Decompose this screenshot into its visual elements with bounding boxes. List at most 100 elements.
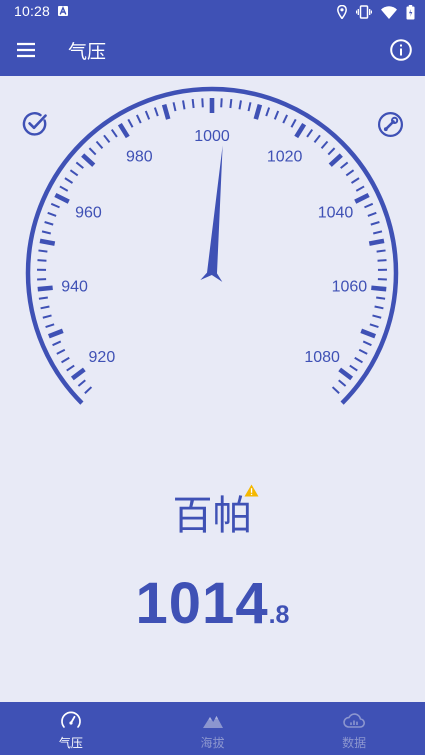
gauge-major-tick [328,153,343,167]
reading-decimal: .8 [268,601,290,629]
gauge-minor-tick [340,161,349,169]
gauge-major-tick [294,122,307,139]
gauge-major-tick [360,328,377,339]
gauge-major-tick [161,104,171,120]
gauge-minor-tick [59,185,69,192]
warning-icon[interactable] [244,484,259,497]
gauge-minor-tick [75,161,84,169]
gauge-minor-tick [376,249,386,253]
wrench-circle-icon[interactable] [377,111,404,138]
gauge-minor-tick [95,140,104,149]
gauge-major-tick [371,285,387,292]
gauge-major-tick [338,367,354,381]
gauge-major-tick [37,285,53,292]
gauge-minor-tick [56,348,66,355]
gauge-label-920: 920 [89,349,116,366]
nav-item-data[interactable]: 数据 [283,702,425,755]
gauge-minor-tick [265,107,271,117]
gauge-minor-tick [370,221,380,226]
vibrate-icon [356,5,372,19]
nav-item-altitude[interactable]: 海拔 [142,702,284,755]
nav-label-pressure: 气压 [58,736,83,750]
location-icon [337,5,347,19]
gauge-minor-tick [38,296,48,300]
gauge-minor-tick [52,340,62,347]
gauge-minor-tick [362,340,372,347]
info-icon[interactable] [389,38,413,62]
gauge-minor-tick [358,348,368,355]
gauge-minor-tick [88,147,97,156]
gauge-label-1040: 1040 [318,204,354,221]
gauge-minor-tick [369,323,379,329]
unit-label: 百帕 [172,493,253,539]
barometer-gauge: 920 940 960 980 1000 1020 1040 1060 1080 [25,86,399,405]
gauge-minor-tick [182,100,186,110]
gauge-minor-tick [349,364,358,372]
gauge-minor-tick [144,110,151,120]
gauge-minor-tick [247,102,252,112]
gauge-needle [200,145,223,282]
gauge-major-tick [81,153,96,167]
gauge-minor-tick [69,169,79,177]
gauge-minor-tick [127,118,134,128]
battery-icon [406,4,415,19]
pressure-reading: 1014.8 [0,570,425,637]
gauge-minor-tick [77,379,86,387]
gauge-minor-tick [103,134,111,144]
gauge-minor-tick [376,296,386,300]
gauge-minor-tick [50,202,60,209]
gauge-minor-tick [238,100,242,110]
gauge-major-tick [70,367,86,381]
page-title: 气压 [68,41,107,63]
gauge-label-1080: 1080 [304,349,340,366]
gauge-minor-tick [41,230,52,235]
gauge-minor-tick [201,98,204,108]
gauge-minor-tick [282,114,289,124]
gauge-minor-tick [220,98,223,108]
gauge-minor-tick [320,140,329,149]
gauge-minor-tick [47,211,57,217]
gauge-minor-tick [40,305,50,310]
status-time: 10:28 [14,3,51,19]
gauge-minor-tick [367,211,377,217]
gauge-minor-tick [306,128,314,138]
gauge-major-tick [54,192,70,204]
gauge-minor-tick [374,305,384,310]
reading-integer: 1014 [135,571,269,636]
gauge-icon [61,711,81,728]
gauge-minor-tick [290,118,297,128]
bottom-navigation: 气压 海拔 数据 [0,702,425,755]
gauge-minor-tick [372,314,382,319]
nav-item-pressure[interactable]: 气压 [0,702,142,755]
gauge-minor-tick [355,185,365,192]
gauge-minor-tick [135,114,142,124]
check-circle-icon[interactable] [22,111,48,137]
gauge-major-tick [253,104,263,120]
gauge-minor-tick [172,102,177,112]
nav-label-altitude: 海拔 [200,736,225,750]
gauge-label-1020: 1020 [267,149,303,166]
gauge-minor-tick [350,177,360,184]
wifi-icon [381,5,397,19]
gauge-minor-tick [84,386,93,394]
gauge-major-tick [117,122,130,139]
gauge-major-tick [39,238,56,246]
gauge-minor-tick [44,221,54,226]
notification-a-icon [58,6,68,16]
gauge-minor-tick [64,177,74,184]
status-bar: 10:28 [0,0,425,24]
status-icons [337,4,415,20]
gauge-minor-tick [38,249,48,253]
gauge-minor-tick [42,314,52,319]
gauge-minor-tick [273,110,280,120]
gauge-label-1060: 1060 [332,279,368,296]
menu-icon[interactable] [14,38,38,62]
mountain-icon [202,716,223,728]
gauge-minor-tick [153,107,159,117]
gauge-label-1000: 1000 [194,128,230,145]
app-bar: 气压 [0,24,425,76]
gauge-label-940: 940 [61,279,88,296]
gauge-minor-tick [37,259,47,262]
gauge-minor-tick [313,134,321,144]
gauge-major-tick [368,238,385,246]
